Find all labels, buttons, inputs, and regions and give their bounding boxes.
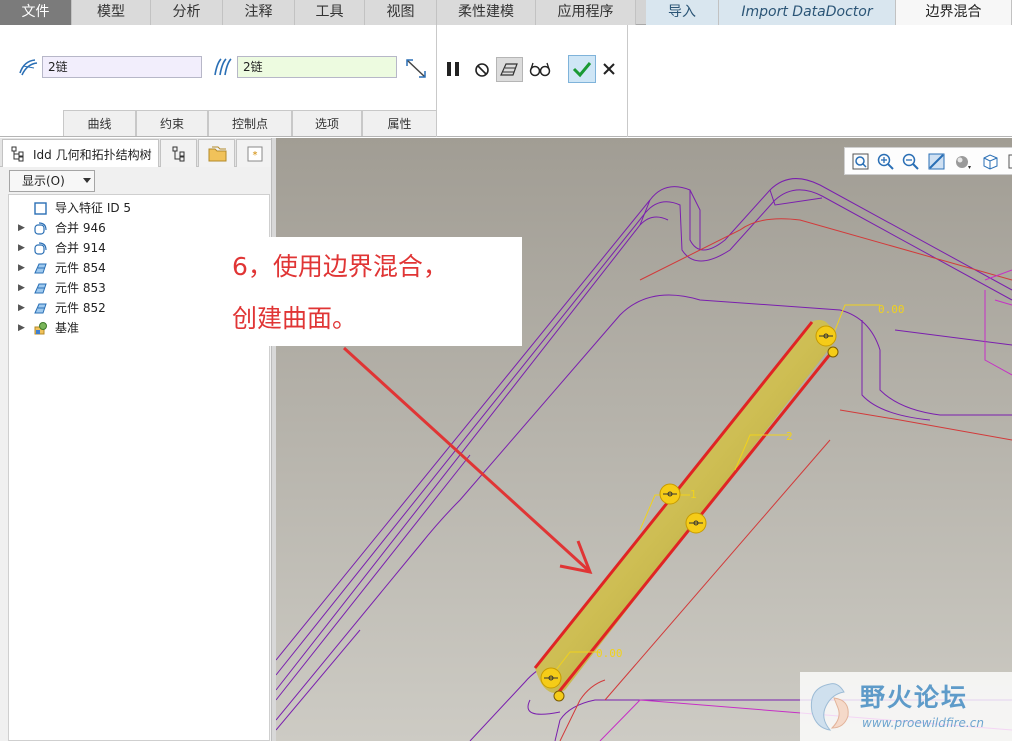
- tree-item[interactable]: ▶ 合并 946: [9, 218, 269, 238]
- callout-line-1: 6，使用边界混合，: [232, 252, 448, 281]
- tab-model-tree[interactable]: [160, 139, 197, 167]
- tree-item-label: 合并 914: [55, 241, 106, 255]
- constraint-handle[interactable]: [540, 667, 562, 689]
- subtab-constraints[interactable]: 约束: [136, 110, 208, 136]
- first-direction-chain-field[interactable]: 2链: [42, 56, 202, 78]
- subtab-control-points[interactable]: 控制点: [208, 110, 292, 136]
- preview-geometry-button[interactable]: [496, 57, 523, 82]
- tree-item[interactable]: 导入特征 ID 5: [9, 198, 269, 218]
- view-toolbar: [844, 147, 1012, 175]
- favorites-icon: *: [247, 146, 263, 162]
- first-direction-icon[interactable]: [17, 57, 39, 77]
- component-icon: [34, 263, 47, 274]
- view-manager-icon[interactable]: [1007, 152, 1012, 171]
- tab-favorites[interactable]: *: [236, 139, 273, 167]
- annotation-callout: 6，使用边界混合， 创建曲面。: [221, 237, 522, 346]
- second-direction-icon[interactable]: [211, 57, 233, 77]
- dimension-label-top[interactable]: 0.00: [878, 303, 905, 316]
- checkmark-icon: [572, 62, 592, 78]
- display-style-icon[interactable]: [953, 152, 972, 171]
- saved-orientations-icon[interactable]: [981, 152, 1000, 171]
- tab-flexible-modeling[interactable]: 柔性建模: [437, 0, 536, 25]
- panel-tab-title: Idd 几何和拓扑结构树: [33, 148, 152, 162]
- svg-text:*: *: [253, 150, 258, 161]
- dimension-label-bottom[interactable]: 0.00: [596, 647, 623, 660]
- component-icon: [34, 283, 47, 294]
- cancel-icon[interactable]: [602, 62, 616, 76]
- forum-logo: [810, 683, 849, 731]
- tab-file[interactable]: 文件: [0, 0, 72, 25]
- tree-item-label: 基准: [55, 321, 80, 335]
- tab-model[interactable]: 模型: [72, 0, 151, 25]
- refit-icon[interactable]: [851, 152, 870, 171]
- ribbon-separator: [627, 25, 628, 137]
- repaint-icon[interactable]: [927, 152, 946, 171]
- tab-analysis[interactable]: 分析: [151, 0, 223, 25]
- curve-label-1: 1: [690, 488, 697, 501]
- import-feature-icon: [34, 202, 47, 215]
- tree-item-label: 元件 854: [55, 261, 106, 275]
- expand-arrow-icon[interactable]: ▶: [18, 238, 25, 258]
- show-dropdown[interactable]: 显示(O): [9, 170, 95, 192]
- viewport-background: [276, 138, 1012, 741]
- constraint-handle[interactable]: [815, 325, 837, 347]
- merge-icon: [34, 222, 47, 235]
- tab-annotate[interactable]: 注释: [223, 0, 295, 25]
- tab-geometry-topology-tree[interactable]: Idd 几何和拓扑结构树: [2, 139, 159, 167]
- tab-import-datadoctor[interactable]: Import DataDoctor: [719, 0, 896, 25]
- constraint-handle[interactable]: [685, 512, 707, 534]
- boundary-blend-dashboard: 2链 2链 曲线 约束 控制点 选项 属性: [0, 25, 1012, 137]
- curve-label-2: 2: [786, 430, 793, 443]
- endpoint-handle[interactable]: [827, 346, 839, 358]
- tree-item-label: 导入特征 ID 5: [55, 201, 132, 215]
- datum-icon: [34, 322, 47, 335]
- constraint-handle[interactable]: [659, 483, 681, 505]
- show-dropdown-label: 显示(O): [22, 174, 65, 188]
- expand-arrow-icon[interactable]: ▶: [18, 298, 25, 318]
- preview-geometry-icon: [500, 63, 518, 76]
- tree-icon: [11, 146, 24, 162]
- merge-icon: [34, 242, 47, 255]
- pause-icon[interactable]: [444, 60, 462, 78]
- model-tree-panel: Idd 几何和拓扑结构树 * 显示(O) 导入特征 ID 5 ▶ 合并 946 ▶ 合并…: [0, 138, 276, 741]
- tree-item-label: 元件 852: [55, 301, 106, 315]
- subtab-properties[interactable]: 属性: [362, 110, 437, 136]
- expand-arrow-icon[interactable]: ▶: [18, 218, 25, 238]
- tab-folder-browser[interactable]: [198, 139, 235, 167]
- zoom-out-icon[interactable]: [901, 152, 920, 171]
- expand-arrow-icon[interactable]: ▶: [18, 258, 25, 278]
- second-direction-chain-field[interactable]: 2链: [237, 56, 397, 78]
- model-canvas[interactable]: 0.00 0.00 1 2: [276, 138, 1012, 741]
- zoom-in-icon[interactable]: [876, 152, 895, 171]
- endpoint-handle[interactable]: [553, 690, 565, 702]
- ok-button[interactable]: [568, 55, 596, 83]
- subtab-curves[interactable]: 曲线: [63, 110, 136, 136]
- tree-item-label: 合并 946: [55, 221, 106, 235]
- watermark-brand: 野火论坛: [860, 683, 969, 712]
- tab-applications[interactable]: 应用程序: [536, 0, 636, 25]
- expand-arrow-icon[interactable]: ▶: [18, 278, 25, 298]
- panel-tab-strip: Idd 几何和拓扑结构树 *: [0, 138, 276, 167]
- chevron-down-icon: [83, 178, 91, 183]
- ribbon-tab-bar: 文件 模型 分析 注释 工具 视图 柔性建模 应用程序 导入 Import Da…: [0, 0, 1012, 25]
- tab-import[interactable]: 导入: [646, 0, 719, 25]
- callout-line-2: 创建曲面。: [232, 304, 358, 333]
- tab-boundary-blend[interactable]: 边界混合: [896, 0, 1012, 25]
- tab-tools[interactable]: 工具: [295, 0, 365, 25]
- verify-glasses-icon[interactable]: [529, 60, 551, 78]
- no-preview-icon[interactable]: [473, 61, 491, 79]
- blend-control-icon[interactable]: [403, 56, 429, 80]
- subtab-options[interactable]: 选项: [292, 110, 362, 136]
- component-icon: [34, 303, 47, 314]
- tab-view[interactable]: 视图: [365, 0, 437, 25]
- expand-arrow-icon[interactable]: ▶: [18, 318, 25, 338]
- graphics-viewport[interactable]: 0.00 0.00 1 2: [276, 138, 1012, 741]
- tree-item-label: 元件 853: [55, 281, 106, 295]
- model-tree-icon: [172, 146, 185, 162]
- watermark-url: www.proewildfire.cn: [862, 716, 984, 730]
- forum-watermark: 野火论坛 www.proewildfire.cn: [800, 672, 1012, 741]
- folder-icon: [208, 146, 227, 162]
